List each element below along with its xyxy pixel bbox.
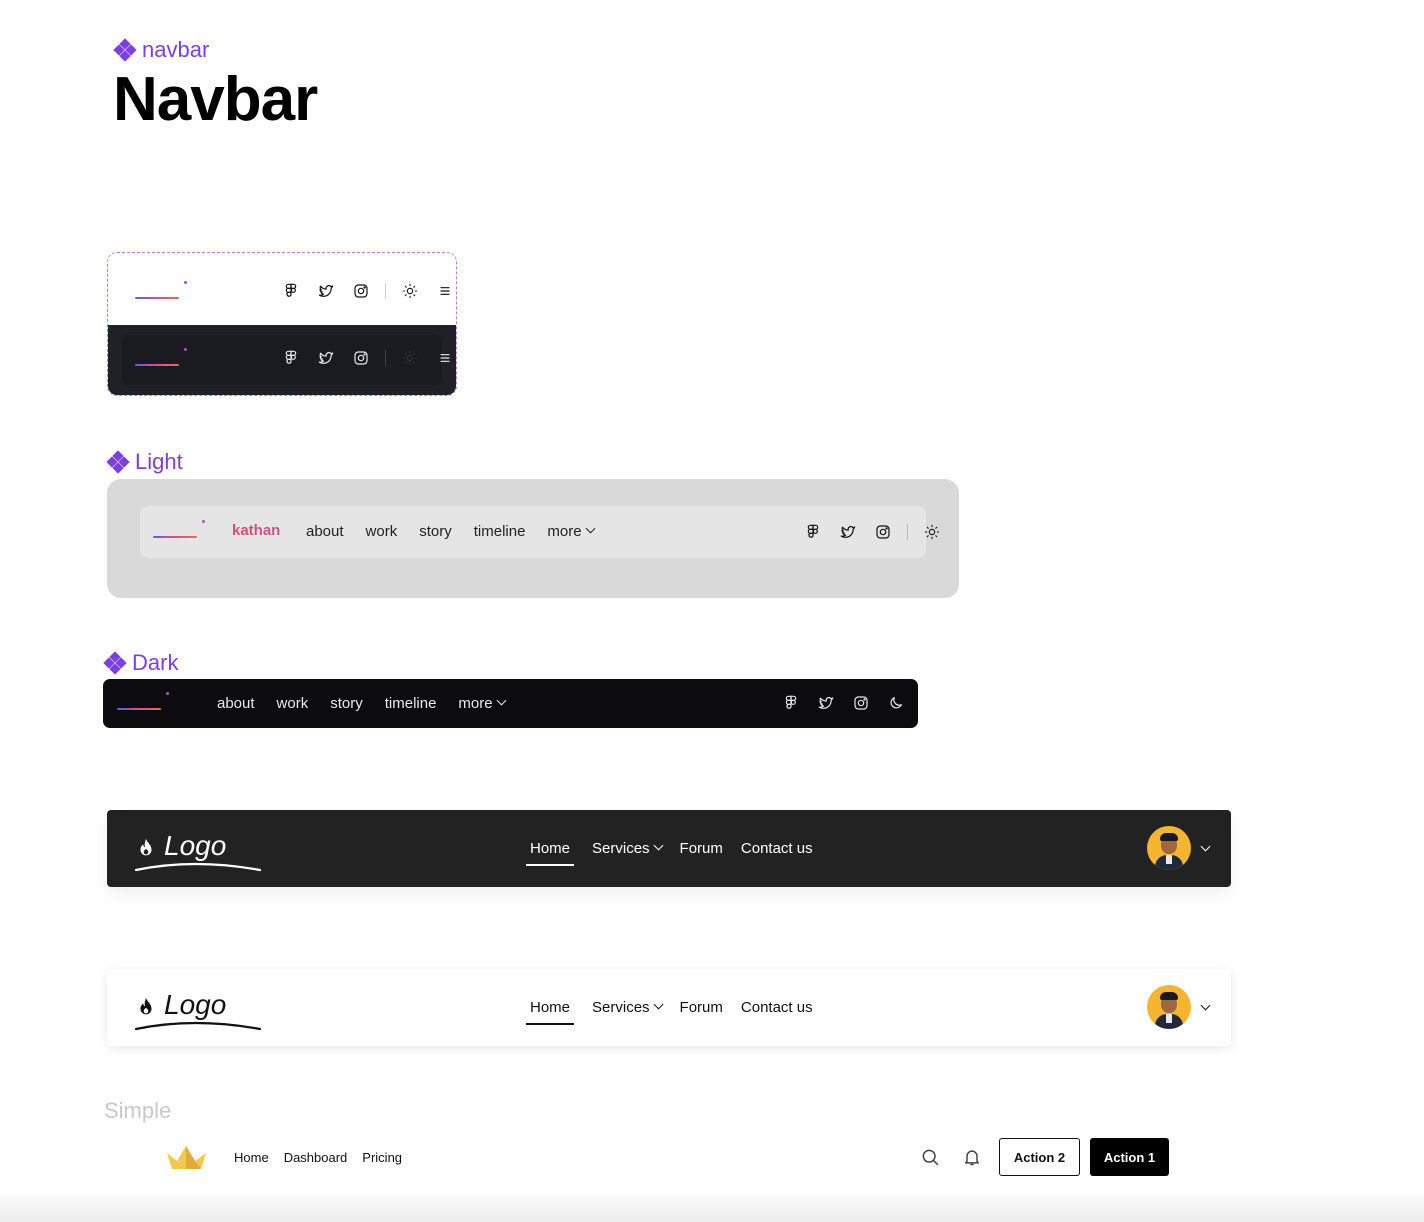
user-menu[interactable] — [1147, 826, 1211, 870]
chevron-down-icon — [496, 695, 507, 706]
logo[interactable]: Logo — [134, 830, 264, 874]
instagram-icon[interactable] — [872, 521, 894, 543]
nav-contact[interactable]: Contact us — [741, 999, 813, 1016]
crown-logo-icon[interactable] — [165, 1143, 208, 1172]
figma-icon[interactable] — [802, 521, 824, 543]
bottom-fade — [0, 1188, 1424, 1222]
breadcrumb: navbar — [113, 37, 210, 63]
avatar — [1147, 985, 1191, 1029]
bell-icon[interactable] — [961, 1146, 983, 1168]
brand-logo[interactable] — [135, 281, 187, 301]
dark-navbar: about work story timeline more — [103, 679, 918, 728]
twitter-icon[interactable] — [315, 280, 337, 302]
nav-services[interactable]: Services — [592, 999, 663, 1016]
nav-pricing[interactable]: Pricing — [362, 1150, 402, 1165]
brand-logo[interactable] — [135, 348, 187, 368]
logo-swoosh — [134, 862, 262, 872]
nav-contact[interactable]: Contact us — [741, 840, 813, 857]
page-title: Navbar — [113, 65, 318, 134]
nav-work[interactable]: work — [366, 523, 398, 540]
nav-home[interactable]: Home — [526, 840, 575, 866]
nav-more[interactable]: more — [547, 523, 596, 540]
logo-swoosh — [134, 1021, 262, 1031]
divider — [907, 524, 908, 540]
action-2-button[interactable]: Action 2 — [999, 1138, 1080, 1176]
menu-icon[interactable] — [434, 347, 456, 369]
instagram-icon[interactable] — [850, 692, 872, 714]
menu-icon[interactable] — [434, 280, 456, 302]
avatar — [1147, 826, 1191, 870]
section-label-simple: Simple — [104, 1098, 172, 1123]
nav-forum[interactable]: Forum — [680, 999, 723, 1016]
chevron-down-icon — [1200, 841, 1211, 852]
divider — [385, 283, 386, 299]
breadcrumb-label: navbar — [142, 37, 210, 62]
nav-work[interactable]: work — [277, 695, 309, 712]
divider — [385, 350, 386, 366]
card-light-navbar: Logo Home Services Forum Contact us — [107, 969, 1231, 1046]
twitter-icon[interactable] — [837, 521, 859, 543]
instagram-icon[interactable] — [350, 280, 372, 302]
logo[interactable]: Logo — [134, 989, 264, 1033]
nav-more[interactable]: more — [458, 695, 507, 712]
nav-about[interactable]: about — [306, 523, 344, 540]
instagram-icon[interactable] — [350, 347, 372, 369]
search-icon[interactable] — [919, 1146, 941, 1168]
active-indicator — [526, 1023, 575, 1025]
chevron-down-icon — [653, 999, 663, 1010]
preview-light-row — [108, 253, 456, 325]
brand-name[interactable]: kathan — [232, 522, 280, 539]
nav-dashboard[interactable]: Dashboard — [284, 1150, 348, 1165]
chevron-down-icon — [653, 840, 663, 851]
section-label-light: Light — [106, 449, 183, 475]
sun-icon[interactable] — [399, 347, 421, 369]
active-indicator — [526, 864, 575, 866]
sun-icon[interactable] — [921, 521, 943, 543]
card-dark-navbar: Logo Home Services Forum Contact us — [107, 810, 1231, 887]
nav-home[interactable]: Home — [526, 999, 575, 1025]
component-icon — [106, 450, 130, 474]
nav-timeline[interactable]: timeline — [474, 523, 526, 540]
sun-icon[interactable] — [399, 280, 421, 302]
twitter-icon[interactable] — [315, 347, 337, 369]
moon-icon[interactable] — [885, 692, 907, 714]
user-menu[interactable] — [1147, 985, 1211, 1029]
figma-icon[interactable] — [280, 347, 302, 369]
section-label-dark: Dark — [103, 650, 178, 676]
brand-logo[interactable] — [153, 520, 205, 540]
figma-icon[interactable] — [280, 280, 302, 302]
nav-story[interactable]: story — [419, 523, 452, 540]
preview-dark-row — [108, 325, 456, 395]
nav-story[interactable]: story — [330, 695, 363, 712]
brand-logo[interactable] — [117, 692, 169, 712]
chevron-down-icon — [1200, 1000, 1211, 1011]
nav-forum[interactable]: Forum — [680, 840, 723, 857]
chevron-down-icon — [585, 523, 596, 534]
nav-timeline[interactable]: timeline — [385, 695, 437, 712]
twitter-icon[interactable] — [815, 692, 837, 714]
figma-icon[interactable] — [780, 692, 802, 714]
component-icon — [113, 38, 137, 62]
nav-services[interactable]: Services — [592, 840, 663, 857]
component-icon — [103, 651, 127, 675]
action-1-button[interactable]: Action 1 — [1090, 1138, 1169, 1176]
light-navbar: kathan about work story timeline more — [140, 506, 926, 558]
nav-home[interactable]: Home — [234, 1150, 269, 1165]
light-navbar-panel: kathan about work story timeline more — [107, 479, 959, 598]
component-preview — [107, 252, 457, 396]
nav-about[interactable]: about — [217, 695, 255, 712]
